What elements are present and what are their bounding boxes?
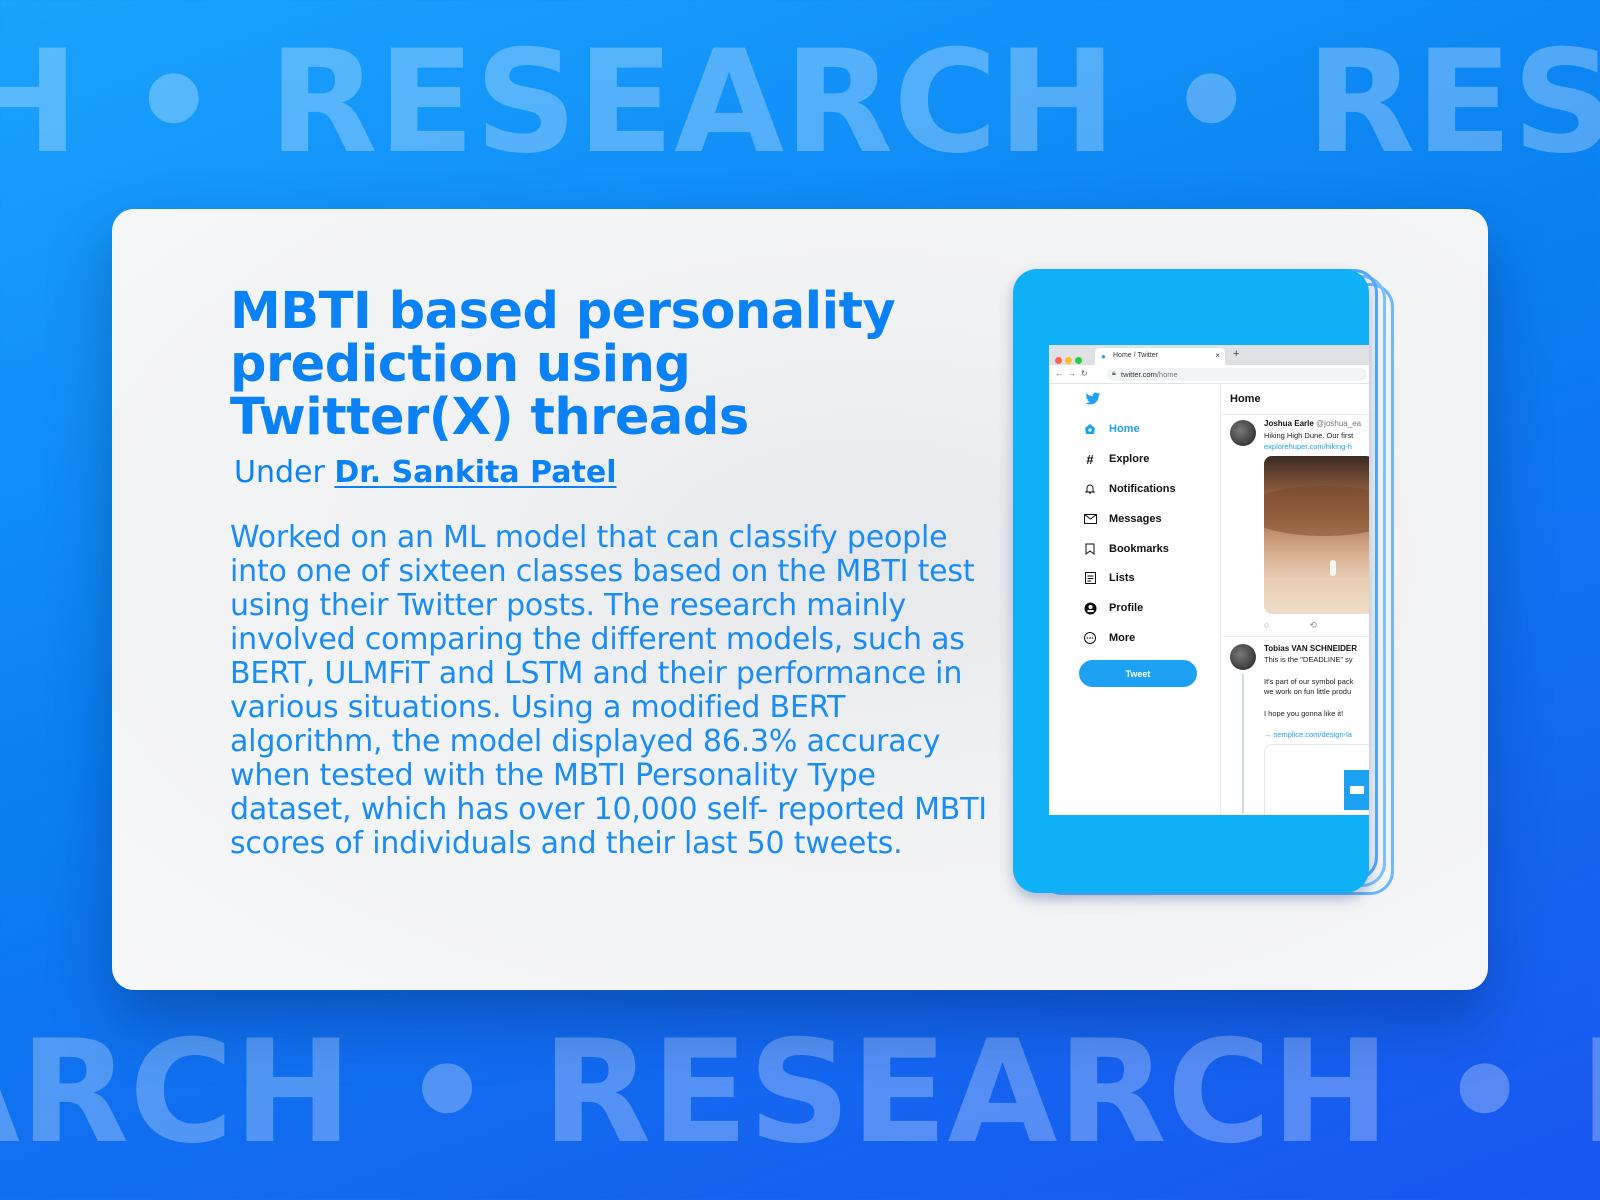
bookmark-icon bbox=[1083, 542, 1097, 556]
twitter-sidebar: Home # Explore Notifications Messages Bo… bbox=[1049, 384, 1221, 815]
lock-icon: 🔒︎ bbox=[1112, 370, 1116, 377]
tweet-author: Joshua Earle @joshua_ea bbox=[1264, 419, 1361, 428]
browser-address-bar: ←→↻ 🔒︎ twitter.com/home bbox=[1049, 365, 1369, 384]
menu-label: Explore bbox=[1109, 453, 1150, 465]
menu-item-notifications: Notifications bbox=[1083, 482, 1176, 496]
under-label: Under bbox=[234, 455, 325, 490]
tweet-text: I hope you gonna like it! bbox=[1264, 709, 1344, 718]
home-icon bbox=[1083, 422, 1097, 436]
menu-label: Home bbox=[1109, 423, 1140, 435]
menu-item-bookmarks: Bookmarks bbox=[1083, 542, 1169, 556]
project-title: MBTI based personality prediction using … bbox=[230, 282, 896, 447]
tweet-text: This is the "DEADLINE" sy bbox=[1264, 655, 1353, 664]
menu-item-more: More bbox=[1083, 631, 1135, 645]
tweet-text: Hiking High Dune. Our first bbox=[1264, 431, 1354, 440]
tweet-photo bbox=[1264, 456, 1369, 614]
profile-icon bbox=[1083, 601, 1097, 615]
plus-icon: + bbox=[1233, 348, 1240, 360]
menu-label: More bbox=[1109, 632, 1136, 644]
menu-label: Messages bbox=[1109, 513, 1162, 525]
nav-arrows-icon: ←→↻ bbox=[1055, 369, 1093, 378]
twitter-bird-icon bbox=[1085, 392, 1101, 405]
tab-title: Home / Twitter bbox=[1113, 352, 1158, 359]
more-icon bbox=[1083, 631, 1097, 645]
project-description: Worked on an ML model that can classify … bbox=[230, 520, 987, 861]
menu-label: Bookmarks bbox=[1109, 543, 1169, 555]
hiker-figure bbox=[1330, 560, 1336, 576]
feed-title: Home bbox=[1230, 393, 1261, 405]
url-host: twitter.com bbox=[1121, 370, 1157, 379]
tweet-link: explorehuper.com/hiking-h bbox=[1264, 442, 1352, 451]
author-name: Joshua Earle bbox=[1264, 419, 1314, 428]
close-dot-icon bbox=[1055, 357, 1062, 364]
mail-icon bbox=[1083, 512, 1097, 526]
url-path: /home bbox=[1156, 370, 1178, 379]
twitter-bird-icon: ● bbox=[1101, 352, 1106, 361]
menu-item-home: Home bbox=[1083, 422, 1140, 436]
url-field: 🔒︎ twitter.com/home bbox=[1107, 368, 1367, 381]
symbol-preview-image bbox=[1344, 770, 1369, 810]
browser-tab: ● Home / Twitter × bbox=[1095, 348, 1225, 365]
twitter-screenshot: ● Home / Twitter × + ←→↻ 🔒︎ twitter.com/h… bbox=[1049, 345, 1369, 815]
menu-item-lists: Lists bbox=[1083, 571, 1135, 585]
list-icon bbox=[1083, 571, 1097, 585]
author-handle: @joshua_ea bbox=[1316, 419, 1362, 428]
background-research-text-top: H • RESEARCH • RESEARCH • RESEA bbox=[0, 20, 1600, 185]
project-subtitle: Under Dr. Sankita Patel bbox=[234, 455, 617, 490]
menu-label: Profile bbox=[1109, 602, 1144, 614]
menu-label: Lists bbox=[1109, 572, 1135, 584]
menu-item-explore: # Explore bbox=[1083, 451, 1150, 467]
menu-item-messages: Messages bbox=[1083, 512, 1162, 526]
maximize-dot-icon bbox=[1075, 357, 1082, 364]
tweet-button: Tweet bbox=[1079, 660, 1197, 687]
avatar bbox=[1230, 644, 1256, 670]
thread-line bbox=[1242, 674, 1244, 814]
tweet-actions-icon: ○⟲ bbox=[1264, 620, 1357, 630]
divider bbox=[1222, 414, 1369, 415]
tweet-text: we work on fun little produ bbox=[1264, 687, 1352, 696]
background-research-text-bottom: ARCH • RESEARCH • RESEARCH • RES bbox=[0, 1010, 1600, 1175]
bell-icon bbox=[1083, 482, 1097, 496]
twitter-feed: Home Joshua Earle @joshua_ea Hiking High… bbox=[1222, 384, 1369, 815]
menu-label: Notifications bbox=[1109, 483, 1176, 495]
hashtag-icon: # bbox=[1086, 451, 1094, 467]
tweet-link: → semplice.com/design-la bbox=[1264, 730, 1352, 739]
minimize-dot-icon bbox=[1065, 357, 1072, 364]
tweet-author: Tobias VAN SCHNEIDER bbox=[1264, 644, 1358, 653]
project-card: MBTI based personality prediction using … bbox=[112, 209, 1488, 990]
avatar bbox=[1230, 420, 1256, 446]
advisor-link[interactable]: Dr. Sankita Patel bbox=[334, 455, 616, 490]
browser-tab-bar: ● Home / Twitter × + bbox=[1049, 345, 1369, 365]
menu-item-profile: Profile bbox=[1083, 601, 1143, 615]
divider bbox=[1222, 636, 1369, 637]
device-mockup: ● Home / Twitter × + ←→↻ 🔒︎ twitter.com/h… bbox=[1013, 269, 1369, 893]
close-icon: × bbox=[1215, 351, 1220, 360]
